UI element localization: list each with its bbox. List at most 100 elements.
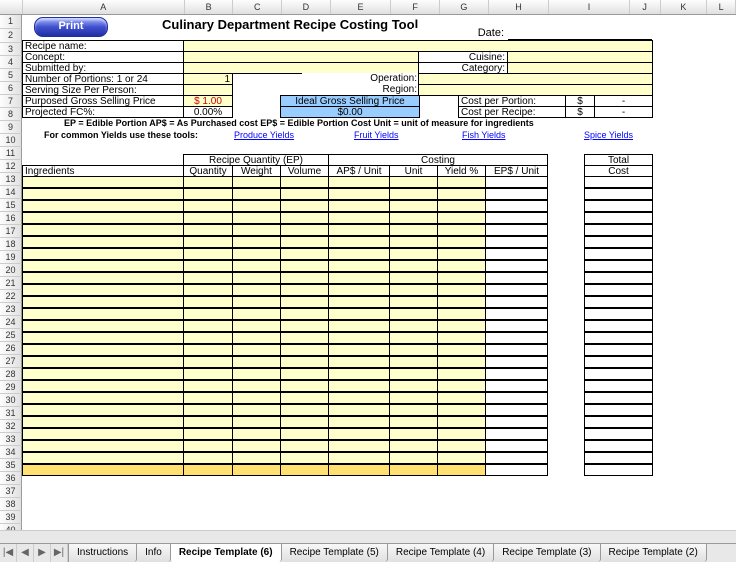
ingredient-cell[interactable] — [437, 176, 486, 188]
ingredient-cell[interactable] — [437, 224, 486, 236]
ingredient-cell[interactable] — [485, 332, 548, 344]
ingredient-cell[interactable] — [328, 272, 390, 284]
ingredient-cell[interactable] — [485, 320, 548, 332]
row-header-21[interactable]: 21 — [0, 277, 22, 290]
ingredient-cell[interactable] — [485, 356, 548, 368]
col-header-d[interactable]: D — [282, 0, 331, 14]
tab-nav-prev[interactable]: ◀ — [17, 544, 34, 562]
ingredient-cell[interactable] — [280, 464, 329, 476]
row-header-37[interactable]: 37 — [0, 485, 22, 498]
ingredient-cell[interactable] — [280, 272, 329, 284]
ingredient-cell[interactable] — [232, 332, 281, 344]
ingredient-cell[interactable] — [232, 428, 281, 440]
ingredient-cell[interactable] — [232, 440, 281, 452]
ingredient-cell[interactable] — [437, 236, 486, 248]
ingredient-cell[interactable] — [232, 320, 281, 332]
ingredient-cell[interactable] — [328, 368, 390, 380]
ingredient-cell[interactable] — [280, 176, 329, 188]
ingredient-cell[interactable] — [485, 224, 548, 236]
ingredient-cell[interactable] — [389, 260, 438, 272]
ingredient-cell[interactable] — [232, 200, 281, 212]
ingredient-cell[interactable] — [485, 416, 548, 428]
row-header-28[interactable]: 28 — [0, 368, 22, 381]
ingredient-cell[interactable] — [183, 332, 233, 344]
ingredient-cell[interactable] — [183, 344, 233, 356]
ingredient-cell[interactable] — [22, 260, 184, 272]
col-header-a[interactable]: A — [23, 0, 185, 14]
ingredient-cell[interactable] — [437, 284, 486, 296]
ingredient-cell[interactable] — [485, 404, 548, 416]
row-header-16[interactable]: 16 — [0, 212, 22, 225]
ingredient-cell[interactable] — [232, 260, 281, 272]
col-header-i[interactable]: I — [549, 0, 629, 14]
ingredient-cell[interactable] — [280, 440, 329, 452]
ingredient-cell[interactable] — [328, 392, 390, 404]
sheet-tab[interactable]: Recipe Template (2) — [601, 544, 707, 562]
row-header-25[interactable]: 25 — [0, 329, 22, 342]
ingredient-cell[interactable] — [389, 380, 438, 392]
ingredient-cell[interactable] — [280, 404, 329, 416]
ingredient-cell[interactable] — [437, 308, 486, 320]
ingredient-cell[interactable] — [389, 332, 438, 344]
ingredient-cell[interactable] — [437, 332, 486, 344]
ingredient-cell[interactable] — [389, 356, 438, 368]
tab-nav-first[interactable]: |◀ — [0, 544, 17, 562]
ingredient-cell[interactable] — [232, 380, 281, 392]
spreadsheet-area[interactable]: Print Culinary Department Recipe Costing… — [22, 15, 736, 537]
ingredient-cell[interactable] — [280, 200, 329, 212]
ingredient-cell[interactable] — [584, 368, 653, 380]
ingredient-cell[interactable] — [485, 176, 548, 188]
ingredient-cell[interactable] — [437, 272, 486, 284]
ingredient-cell[interactable] — [389, 404, 438, 416]
ingredient-cell[interactable] — [232, 224, 281, 236]
ingredient-cell[interactable] — [584, 284, 653, 296]
ingredient-cell[interactable] — [485, 296, 548, 308]
ingredient-cell[interactable] — [584, 344, 653, 356]
col-header-k[interactable]: K — [661, 0, 708, 14]
ingredient-cell[interactable] — [389, 296, 438, 308]
ingredient-cell[interactable] — [183, 404, 233, 416]
ingredient-cell[interactable] — [328, 308, 390, 320]
sheet-tab[interactable]: Recipe Template (5) — [282, 544, 388, 562]
ingredient-cell[interactable] — [328, 224, 390, 236]
row-header-2[interactable]: 2 — [0, 29, 22, 43]
ingredient-cell[interactable] — [389, 308, 438, 320]
col-header-l[interactable]: L — [707, 0, 736, 14]
ingredient-cell[interactable] — [485, 248, 548, 260]
ingredient-cell[interactable] — [232, 296, 281, 308]
ingredient-cell[interactable] — [389, 464, 438, 476]
tab-nav-next[interactable]: ▶ — [34, 544, 51, 562]
ingredient-cell[interactable] — [437, 380, 486, 392]
ingredient-cell[interactable] — [584, 404, 653, 416]
ingredient-cell[interactable] — [183, 428, 233, 440]
ingredient-cell[interactable] — [280, 248, 329, 260]
date-value[interactable] — [508, 28, 652, 40]
col-header-f[interactable]: F — [391, 0, 440, 14]
ingredient-cell[interactable] — [280, 392, 329, 404]
ingredient-cell[interactable] — [183, 452, 233, 464]
ingredient-cell[interactable] — [584, 380, 653, 392]
ingredient-cell[interactable] — [584, 200, 653, 212]
row-header-6[interactable]: 6 — [0, 82, 22, 95]
ingredient-cell[interactable] — [22, 332, 184, 344]
ingredient-cell[interactable] — [485, 200, 548, 212]
ingredient-cell[interactable] — [280, 296, 329, 308]
row-header-27[interactable]: 27 — [0, 355, 22, 368]
link-produce-yields[interactable]: Produce Yields — [232, 130, 312, 142]
ingredient-cell[interactable] — [183, 224, 233, 236]
ingredient-cell[interactable] — [389, 452, 438, 464]
ingredient-cell[interactable] — [183, 188, 233, 200]
row-header-15[interactable]: 15 — [0, 199, 22, 212]
ingredient-cell[interactable] — [232, 344, 281, 356]
row-header-29[interactable]: 29 — [0, 381, 22, 394]
ingredient-cell[interactable] — [389, 428, 438, 440]
ingredient-cell[interactable] — [22, 380, 184, 392]
ingredient-cell[interactable] — [328, 332, 390, 344]
ingredient-cell[interactable] — [437, 404, 486, 416]
ingredient-cell[interactable] — [183, 284, 233, 296]
ingredient-cell[interactable] — [328, 404, 390, 416]
ingredient-cell[interactable] — [280, 260, 329, 272]
ingredient-cell[interactable] — [183, 416, 233, 428]
row-header-38[interactable]: 38 — [0, 498, 22, 511]
ingredient-cell[interactable] — [183, 248, 233, 260]
